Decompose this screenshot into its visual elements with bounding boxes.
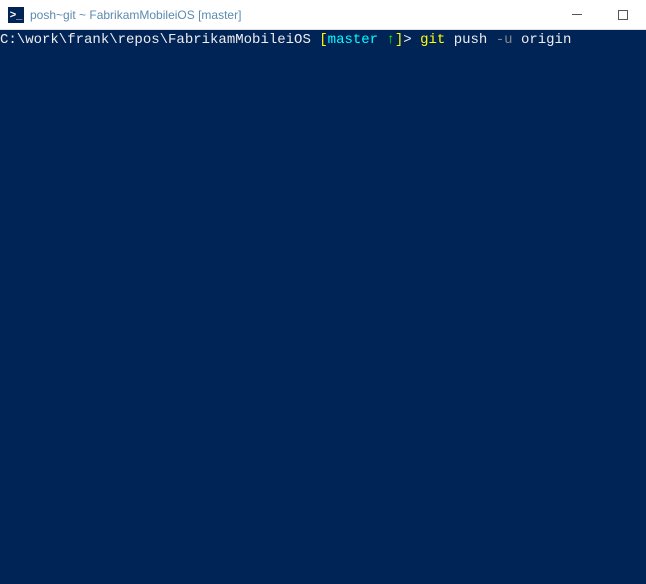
- command-git: git: [420, 32, 454, 48]
- maximize-icon: [618, 10, 628, 20]
- prompt-line: C:\work\frank\repos\FabrikamMobileiOS [m…: [0, 32, 646, 48]
- branch-bracket-open: [: [311, 32, 328, 48]
- terminal-area[interactable]: C:\work\frank\repos\FabrikamMobileiOS [m…: [0, 30, 646, 584]
- powershell-icon-glyph: >_: [10, 9, 23, 21]
- minimize-icon: [572, 14, 582, 15]
- prompt-path: C:\work\frank\repos\FabrikamMobileiOS: [0, 32, 311, 48]
- branch-arrow-icon: ↑: [386, 32, 394, 48]
- command-flag: -u: [496, 32, 521, 48]
- window-title: posh~git ~ FabrikamMobileiOS [master]: [30, 8, 554, 22]
- title-bar: >_ posh~git ~ FabrikamMobileiOS [master]: [0, 0, 646, 30]
- command-push: push: [454, 32, 496, 48]
- branch-name: master: [328, 32, 387, 48]
- minimize-button[interactable]: [554, 0, 600, 29]
- powershell-icon: >_: [8, 7, 24, 23]
- command-origin: origin: [521, 32, 571, 48]
- window-controls: [554, 0, 646, 29]
- maximize-button[interactable]: [600, 0, 646, 29]
- prompt-angle: >: [403, 32, 420, 48]
